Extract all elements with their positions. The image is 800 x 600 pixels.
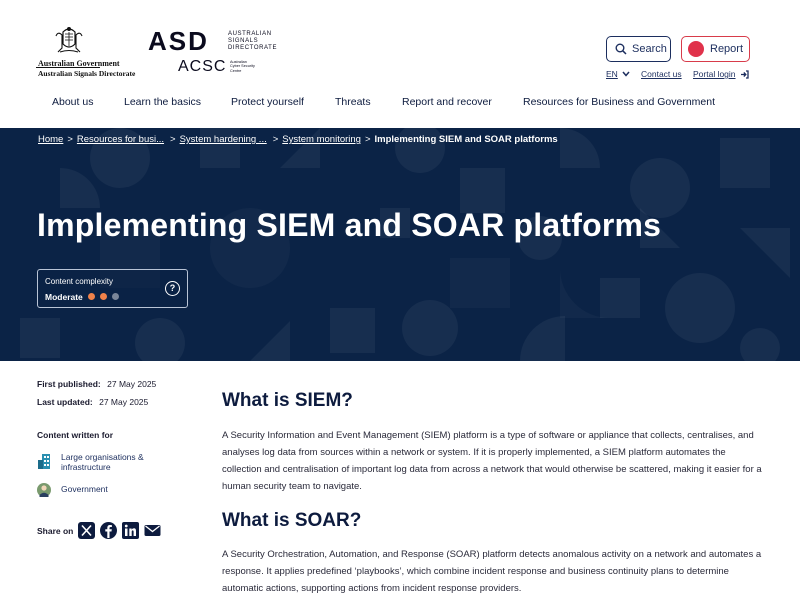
asd-subtitle: AUSTRALIAN SIGNALS DIRECTORATE bbox=[228, 31, 278, 51]
audience-government[interactable]: Government bbox=[37, 482, 161, 498]
first-published: First published: 27 May 2025 bbox=[37, 379, 156, 389]
nav-item-report-and-recover[interactable]: Report and recover bbox=[402, 96, 492, 108]
last-updated: Last updated: 27 May 2025 bbox=[37, 397, 148, 407]
first-published-label: First published: bbox=[37, 379, 101, 389]
acsc-subtitle: Australian Cyber Security Centre bbox=[230, 60, 255, 73]
nav-item-protect-yourself[interactable]: Protect yourself bbox=[231, 96, 304, 108]
siem-paragraph: A Security Information and Event Managem… bbox=[222, 430, 762, 492]
first-published-date: 27 May 2025 bbox=[107, 379, 157, 389]
portal-login-link[interactable]: Portal login bbox=[693, 69, 749, 79]
breadcrumb-separator: > bbox=[272, 134, 279, 145]
last-updated-label: Last updated: bbox=[37, 397, 93, 407]
nav-item-threats[interactable]: Threats bbox=[335, 96, 371, 108]
breadcrumb-separator: > bbox=[170, 134, 176, 145]
portal-login-label: Portal login bbox=[693, 69, 736, 79]
siem-heading: What is SIEM? bbox=[222, 390, 353, 411]
breadcrumb-system-monitoring[interactable]: System monitoring bbox=[282, 134, 361, 145]
email-icon[interactable] bbox=[144, 522, 161, 539]
nav-item-learn-the-basics[interactable]: Learn the basics bbox=[124, 96, 201, 108]
nav-item-resources-business-government[interactable]: Resources for Business and Government bbox=[523, 96, 715, 108]
hero-banner: Home > Resources for busi... > System ha… bbox=[0, 128, 800, 361]
gov-agency-line: Australian Signals Directorate bbox=[38, 69, 136, 78]
search-label: Search bbox=[632, 43, 667, 55]
soar-heading: What is SOAR? bbox=[222, 510, 362, 531]
audience-large-organisations[interactable]: Large organisations & infrastructure bbox=[37, 452, 161, 472]
content-complexity-box: Content complexity Moderate ? bbox=[37, 269, 188, 308]
share-bar: Share on bbox=[37, 522, 166, 539]
audience-label: Large organisations & infrastructure bbox=[61, 452, 144, 472]
search-icon bbox=[615, 43, 627, 55]
complexity-rating bbox=[88, 293, 124, 300]
main-navigation: About us Learn the basics Protect yourse… bbox=[0, 96, 800, 118]
coat-of-arms-icon bbox=[55, 27, 83, 53]
complexity-level: Moderate bbox=[45, 292, 83, 302]
complexity-dot bbox=[100, 293, 107, 300]
share-label: Share on bbox=[37, 525, 74, 536]
last-updated-date: 27 May 2025 bbox=[99, 397, 149, 407]
search-button[interactable]: Search bbox=[606, 36, 671, 62]
report-button[interactable]: Report bbox=[681, 36, 750, 62]
nav-item-about-us[interactable]: About us bbox=[52, 96, 93, 108]
audience-label: Government bbox=[61, 484, 108, 494]
breadcrumb-resources[interactable]: Resources for busi... bbox=[77, 134, 164, 145]
page-title: Implementing SIEM and SOAR platforms bbox=[37, 207, 662, 243]
breadcrumb: Home > Resources for busi... > System ha… bbox=[38, 134, 558, 145]
government-icon bbox=[37, 483, 51, 497]
asd-wordmark: ASD bbox=[148, 26, 209, 56]
complexity-dot bbox=[112, 293, 119, 300]
language-selector[interactable]: EN bbox=[606, 69, 630, 79]
x-icon[interactable] bbox=[78, 522, 96, 539]
soar-paragraph: A Security Orchestration, Automation, an… bbox=[222, 549, 762, 594]
help-icon[interactable]: ? bbox=[165, 281, 180, 296]
breadcrumb-separator: > bbox=[67, 134, 73, 145]
logo-divider bbox=[36, 67, 100, 68]
report-label: Report bbox=[710, 43, 744, 55]
building-icon bbox=[38, 454, 50, 469]
acsc-wordmark: ACSC bbox=[178, 58, 227, 75]
contact-us-link[interactable]: Contact us bbox=[641, 69, 682, 79]
breadcrumb-separator: > bbox=[364, 134, 371, 145]
report-icon bbox=[688, 41, 704, 57]
asd-acsc-logo[interactable]: ASD AUSTRALIAN SIGNALS DIRECTORATE ACSC … bbox=[148, 26, 283, 76]
breadcrumb-system-hardening[interactable]: System hardening ... bbox=[180, 134, 267, 145]
breadcrumb-home[interactable]: Home bbox=[38, 134, 63, 145]
linkedin-icon[interactable] bbox=[122, 522, 140, 539]
complexity-label: Content complexity bbox=[45, 277, 114, 286]
login-icon bbox=[740, 69, 749, 79]
language-label: EN bbox=[606, 69, 618, 79]
site-header: Australian Government Australian Signals… bbox=[0, 0, 800, 128]
australian-government-logo[interactable]: Australian Government Australian Signals… bbox=[36, 26, 135, 80]
chevron-down-icon bbox=[622, 71, 630, 77]
complexity-dot bbox=[88, 293, 95, 300]
content-written-for-heading: Content written for bbox=[37, 430, 114, 440]
breadcrumb-current: Implementing SIEM and SOAR platforms bbox=[374, 134, 558, 145]
facebook-icon[interactable] bbox=[100, 522, 118, 539]
hero-background-pattern bbox=[20, 128, 790, 361]
